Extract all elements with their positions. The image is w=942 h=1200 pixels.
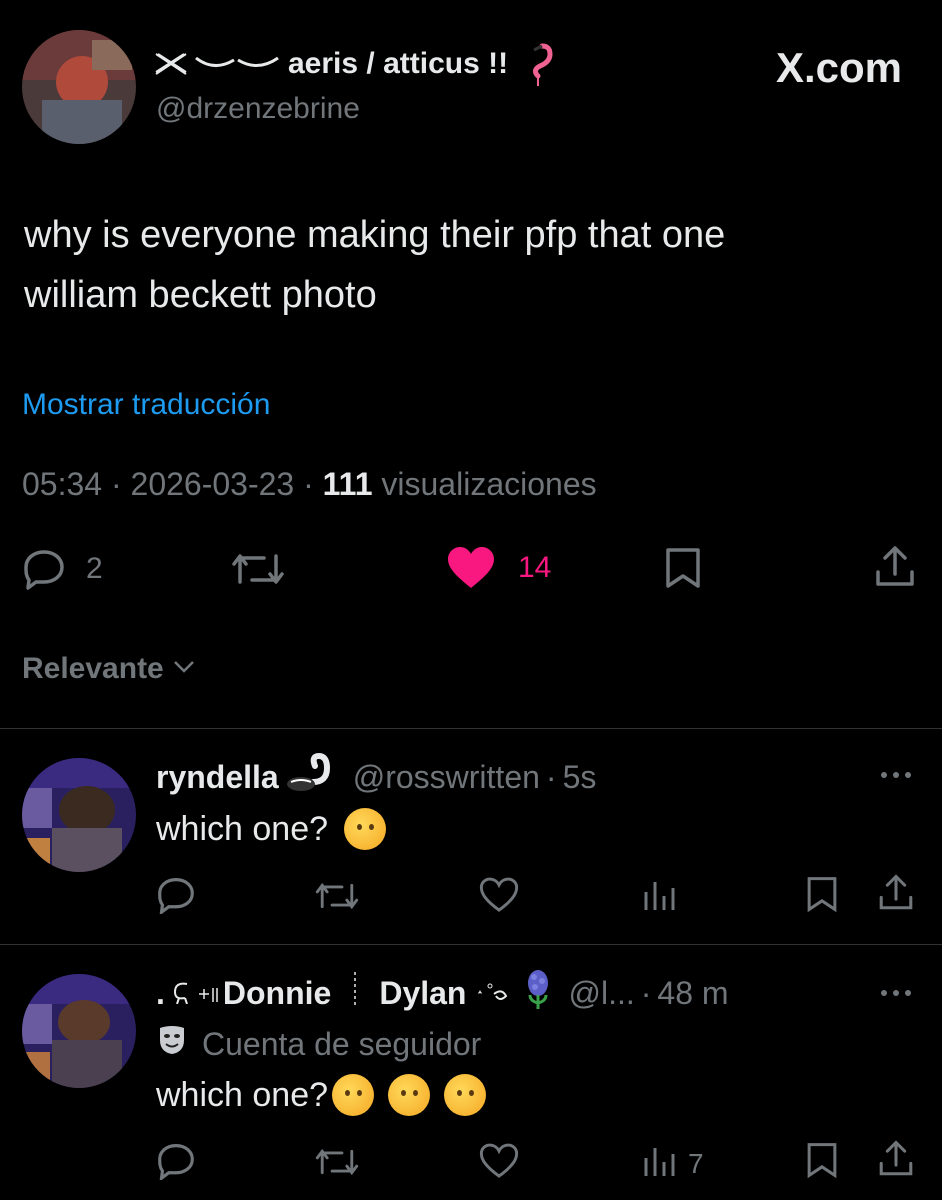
reply-more-icon[interactable] (878, 986, 914, 1004)
follower-label-text: Cuenta de seguidor (202, 1025, 482, 1062)
reply-author-name: ryndella (156, 758, 279, 795)
retweet-icon (230, 548, 286, 590)
reply-bookmark-button[interactable] (804, 874, 840, 919)
heart-icon (478, 1143, 520, 1184)
thinking-face-icon (344, 808, 387, 850)
post-date: 2026-03-23 (130, 466, 295, 502)
reply-reply-button[interactable] (156, 876, 196, 919)
share-icon (876, 1140, 916, 1184)
reply-time: 48 m (657, 974, 729, 1011)
hyacinth-icon (524, 969, 552, 1017)
sort-label: Relevante (22, 652, 164, 685)
bookmark-button[interactable] (662, 546, 704, 590)
analytics-icon (642, 882, 678, 916)
ribbon-icon (171, 975, 193, 1012)
thinking-face-icon (388, 1074, 431, 1116)
reply-text-content: which one? (156, 1075, 329, 1114)
sparkle-icon (193, 975, 219, 1012)
reply-author-handle: @l... (568, 974, 635, 1011)
divider (0, 728, 942, 729)
reply-author-name-part1: Donnie (222, 974, 332, 1011)
reply-text-content: which one? (156, 809, 329, 848)
reply-name-line[interactable]: ryndella @rosswritten · 5s (156, 752, 597, 798)
dashed-divider (353, 972, 357, 1014)
reply-text: which one? (156, 1074, 487, 1116)
reply-text: which one? (156, 808, 387, 850)
meta-separator: · (545, 758, 557, 795)
reply-button[interactable]: 2 (22, 548, 103, 590)
reply-name-line[interactable]: . Donnie Dylan @l... · 48 m (156, 969, 729, 1017)
author-avatar[interactable] (22, 30, 136, 144)
author-handle[interactable]: @drzenzebrine (156, 92, 360, 126)
views-label: visualizaciones (381, 466, 597, 502)
reply-icon (156, 878, 196, 918)
author-name-line[interactable]: aeris / atticus !! (154, 42, 556, 86)
meta-separator: · (110, 466, 131, 502)
decorative-symbols: . (156, 974, 165, 1011)
post-meta: 05:34 · 2026-03-23 · 111 visualizaciones (22, 466, 597, 503)
reply-views-button[interactable]: 7 (642, 1144, 704, 1183)
post-text-line-1: why is everyone making their pfp that on… (24, 214, 726, 256)
share-icon (872, 544, 918, 590)
smile-arc-icon (194, 54, 280, 74)
reply-avatar[interactable] (22, 758, 136, 872)
reply-reply-button[interactable] (156, 1142, 196, 1185)
chevron-down-icon (172, 659, 196, 680)
reply-retweet-button[interactable] (314, 878, 360, 919)
meta-separator: · (303, 466, 323, 502)
reply-share-button[interactable] (876, 872, 916, 919)
share-icon (876, 874, 916, 918)
sort-dropdown[interactable]: Relevante (22, 652, 196, 686)
thinking-face-icon (332, 1074, 375, 1116)
star-swirl-icon (474, 975, 510, 1012)
like-count: 14 (518, 551, 552, 584)
cross-swords-icon (154, 52, 188, 76)
flamingo-icon (522, 42, 556, 86)
reply-like-button[interactable] (478, 1142, 520, 1185)
reply-author-name-part2: Dylan (379, 974, 467, 1011)
retweet-icon (314, 1148, 360, 1184)
reply-avatar[interactable] (22, 974, 136, 1088)
author-name: aeris / atticus !! (288, 47, 509, 80)
reply-author-handle: @rosswritten (352, 758, 540, 795)
thinking-face-icon (444, 1074, 487, 1116)
retweet-icon (314, 882, 360, 918)
share-button[interactable] (872, 544, 918, 590)
skunk-icon (283, 752, 337, 802)
retweet-button[interactable] (230, 548, 286, 590)
translate-link[interactable]: Mostrar traducción (22, 388, 270, 422)
like-button[interactable]: 14 (446, 546, 551, 590)
post-text-line-2: william beckett photo (24, 274, 377, 316)
bookmark-icon (662, 546, 704, 590)
reply-time: 5s (562, 758, 597, 795)
bookmark-icon (804, 1143, 840, 1184)
heart-filled-icon (446, 546, 496, 590)
follower-label: Cuenta de seguidor (156, 1024, 481, 1064)
reply-bookmark-button[interactable] (804, 1140, 840, 1185)
reply-more-icon[interactable] (878, 768, 914, 786)
bookmark-icon (804, 877, 840, 918)
reply-icon (22, 548, 66, 590)
analytics-icon (642, 1144, 678, 1183)
reply-like-button[interactable] (478, 876, 520, 919)
theater-mask-icon (156, 1024, 188, 1064)
x-watermark: X.com (775, 44, 902, 91)
reply-icon (156, 1144, 196, 1184)
reply-count: 2 (86, 552, 103, 585)
meta-separator: · (640, 974, 652, 1011)
reply-views-button[interactable] (642, 878, 678, 917)
views-count: 111 (322, 466, 373, 502)
heart-icon (478, 877, 520, 918)
divider (0, 944, 942, 945)
reply-views-count: 7 (688, 1147, 704, 1179)
reply-share-button[interactable] (876, 1138, 916, 1185)
post-time: 05:34 (22, 466, 103, 502)
reply-retweet-button[interactable] (314, 1144, 360, 1185)
